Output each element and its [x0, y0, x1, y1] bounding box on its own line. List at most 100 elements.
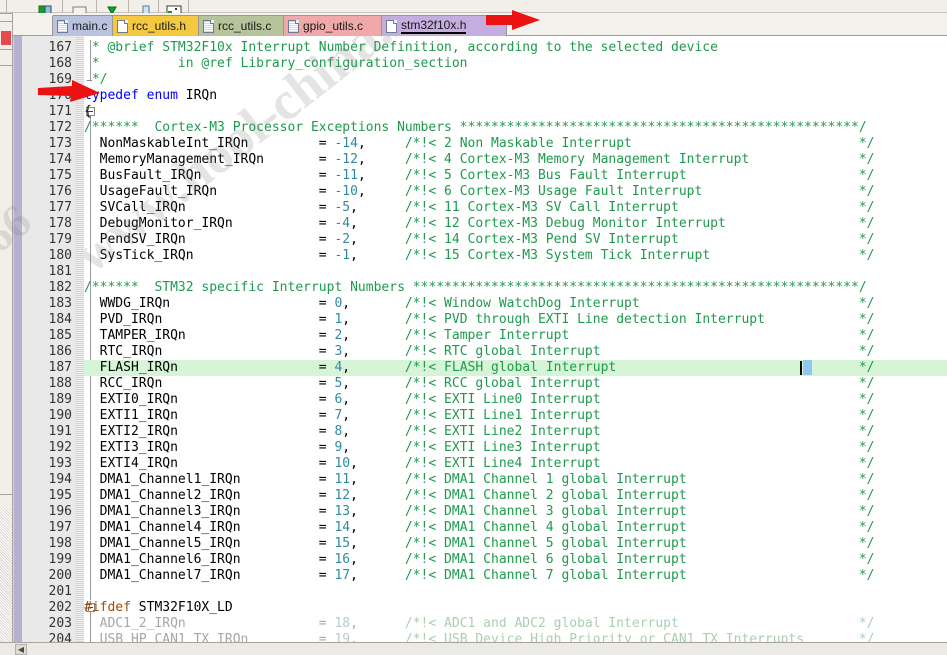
line-number-row: 194: [22, 472, 76, 488]
code-line[interactable]: NonMaskableInt_IRQn = -14, /*!< 2 Non Ma…: [84, 136, 947, 152]
line-number: 179: [48, 232, 72, 247]
code-span: 16: [334, 552, 351, 567]
line-number-row: 200: [22, 568, 76, 584]
code-line[interactable]: #ifdef STM32F10X_LD: [84, 600, 947, 616]
code-line[interactable]: UsageFault_IRQn = -10, /*!< 6 Cortex-M3 …: [84, 184, 947, 200]
file-icon: [117, 19, 128, 33]
code-span: /*!< DMA1 Channel 3 global Interrupt */: [404, 504, 875, 519]
code-span: /*!< 5 Cortex-M3 Bus Fault Interrupt */: [404, 168, 875, 183]
line-number: 203: [48, 616, 72, 631]
code-span: * in @ref Library_configuration_section: [84, 56, 468, 71]
code-line[interactable]: * in @ref Library_configuration_section: [84, 56, 947, 72]
code-line[interactable]: DMA1_Channel7_IRQn = 17, /*!< DMA1 Chann…: [84, 568, 947, 584]
book-icon[interactable]: [138, 1, 154, 16]
line-number-row: 188: [22, 376, 76, 392]
code-line[interactable]: EXTI0_IRQn = 6, /*!< EXTI Line0 Interrup…: [84, 392, 947, 408]
line-number-row: 198: [22, 536, 76, 552]
code-span: -14: [334, 136, 358, 151]
code-span: PVD_IRQn =: [84, 312, 335, 327]
code-line[interactable]: USB_HP_CAN1_TX_IRQn = 19, /*!< USB Devic…: [84, 632, 947, 642]
code-span: STM32F10X_LD: [130, 600, 233, 615]
code-line[interactable]: PendSV_IRQn = -2, /*!< 14 Cortex-M3 Pend…: [84, 232, 947, 248]
code-span: 15: [334, 536, 351, 551]
line-number-row: 176: [22, 184, 76, 200]
code-span: -2: [334, 232, 351, 247]
code-line[interactable]: BusFault_IRQn = -11, /*!< 5 Cortex-M3 Bu…: [84, 168, 947, 184]
code-line[interactable]: /****** Cortex-M3 Processor Exceptions N…: [84, 120, 947, 136]
vertical-scrollbar-corner[interactable]: [0, 642, 14, 655]
code-line[interactable]: [84, 584, 947, 600]
line-number-row: 183: [22, 296, 76, 312]
code-line[interactable]: DMA1_Channel6_IRQn = 16, /*!< DMA1 Chann…: [84, 552, 947, 568]
line-number-row: 201: [22, 584, 76, 600]
window-icon[interactable]: [72, 1, 88, 15]
code-line[interactable]: DebugMonitor_IRQn = -4, /*!< 12 Cortex-M…: [84, 216, 947, 232]
code-line[interactable]: TAMPER_IRQn = 2, /*!< Tamper Interrupt *…: [84, 328, 947, 344]
code-span: -1: [334, 248, 351, 263]
code-span: 18: [334, 616, 351, 631]
code-line[interactable]: RTC_IRQn = 3, /*!< RTC global Interrupt …: [84, 344, 947, 360]
line-number: 185: [48, 328, 72, 343]
code-line[interactable]: EXTI4_IRQn = 10, /*!< EXTI Line4 Interru…: [84, 456, 947, 472]
code-line[interactable]: RCC_IRQn = 5, /*!< RCC global Interrupt …: [84, 376, 947, 392]
code-line[interactable]: ADC1_2_IRQn = 18, /*!< ADC1 and ADC2 glo…: [84, 616, 947, 632]
code-line[interactable]: DMA1_Channel4_IRQn = 14, /*!< DMA1 Chann…: [84, 520, 947, 536]
code-line[interactable]: DMA1_Channel1_IRQn = 11, /*!< DMA1 Chann…: [84, 472, 947, 488]
code-span: /*!< EXTI Line4 Interrupt */: [404, 456, 875, 471]
code-line[interactable]: SysTick_IRQn = -1, /*!< 15 Cortex-M3 Sys…: [84, 248, 947, 264]
code-span: /****** STM32 specific Interrupt Numbers…: [84, 280, 867, 295]
code-span: /*!< 12 Cortex-M3 Debug Monitor Interrup…: [404, 216, 875, 231]
code-line[interactable]: EXTI1_IRQn = 7, /*!< EXTI Line1 Interrup…: [84, 408, 947, 424]
code-line[interactable]: {: [84, 104, 947, 120]
code-line[interactable]: * @brief STM32F10x Interrupt Number Defi…: [84, 40, 947, 56]
code-span: ,: [350, 216, 405, 231]
code-span: RTC_IRQn =: [84, 344, 335, 359]
line-number: 175: [48, 168, 72, 183]
line-number: 172: [48, 120, 72, 135]
line-number-row: 170: [22, 88, 76, 104]
code-text-area[interactable]: * @brief STM32F10x Interrupt Number Defi…: [84, 36, 947, 642]
line-number-row: 173: [22, 136, 76, 152]
toolbar: [0, 0, 947, 16]
code-span: DMA1_Channel1_IRQn =: [84, 472, 335, 487]
code-line[interactable]: [84, 264, 947, 280]
code-line[interactable]: FLASH_IRQn = 4, /*!< FLASH global Interr…: [84, 360, 947, 376]
code-line[interactable]: DMA1_Channel2_IRQn = 12, /*!< DMA1 Chann…: [84, 488, 947, 504]
scroll-left-arrow[interactable]: ◀: [15, 644, 27, 655]
code-span: /*!< DMA1 Channel 1 global Interrupt */: [404, 472, 875, 487]
code-span: DMA1_Channel6_IRQn =: [84, 552, 335, 567]
color-palette-icon[interactable]: [38, 1, 54, 15]
code-span: USB_HP_CAN1_TX_IRQn =: [84, 632, 335, 642]
code-line[interactable]: EXTI3_IRQn = 9, /*!< EXTI Line3 Interrup…: [84, 440, 947, 456]
horizontal-scrollbar[interactable]: ◀: [14, 642, 947, 655]
code-span: FLASH_IRQn =: [84, 360, 335, 375]
file-icon: [203, 19, 214, 33]
code-span: /*!< EXTI Line0 Interrupt */: [404, 392, 875, 407]
code-editor[interactable]: 167 168 169 170 171 172 173 174 175 176 177 178 179 1…: [0, 36, 947, 655]
code-line[interactable]: PVD_IRQn = 1, /*!< PVD through EXTI Line…: [84, 312, 947, 328]
code-line[interactable]: SVCall_IRQn = -5, /*!< 11 Cortex-M3 SV C…: [84, 200, 947, 216]
code-span: ,: [350, 200, 405, 215]
code-line[interactable]: typedef enum IRQn: [84, 88, 947, 104]
code-line[interactable]: WWDG_IRQn = 0, /*!< Window WatchDog Inte…: [84, 296, 947, 312]
down-arrow-icon[interactable]: [104, 1, 120, 16]
line-number: 198: [48, 536, 72, 551]
code-span: ,: [342, 296, 405, 311]
code-span: */: [84, 72, 108, 87]
code-span: -10: [334, 184, 358, 199]
tab-stm32f10x-h[interactable]: stm32f10x.h: [381, 15, 507, 36]
code-line[interactable]: */: [84, 72, 947, 88]
code-span: RCC_IRQn =: [84, 376, 335, 391]
code-line[interactable]: EXTI2_IRQn = 8, /*!< EXTI Line2 Interrup…: [84, 424, 947, 440]
code-span: /*!< USB Device High Priority or CAN1 TX…: [404, 632, 875, 642]
code-span: ,: [350, 488, 405, 503]
terminal-icon[interactable]: [166, 1, 182, 16]
code-line[interactable]: DMA1_Channel5_IRQn = 15, /*!< DMA1 Chann…: [84, 536, 947, 552]
code-span: DMA1_Channel3_IRQn =: [84, 504, 335, 519]
code-span: DebugMonitor_IRQn =: [84, 216, 335, 231]
code-line[interactable]: DMA1_Channel3_IRQn = 13, /*!< DMA1 Chann…: [84, 504, 947, 520]
code-span: ,: [357, 152, 405, 167]
code-span: /*!< DMA1 Channel 7 global Interrupt */: [404, 568, 875, 583]
code-line[interactable]: /****** STM32 specific Interrupt Numbers…: [84, 280, 947, 296]
code-line[interactable]: MemoryManagement_IRQn = -12, /*!< 4 Cort…: [84, 152, 947, 168]
